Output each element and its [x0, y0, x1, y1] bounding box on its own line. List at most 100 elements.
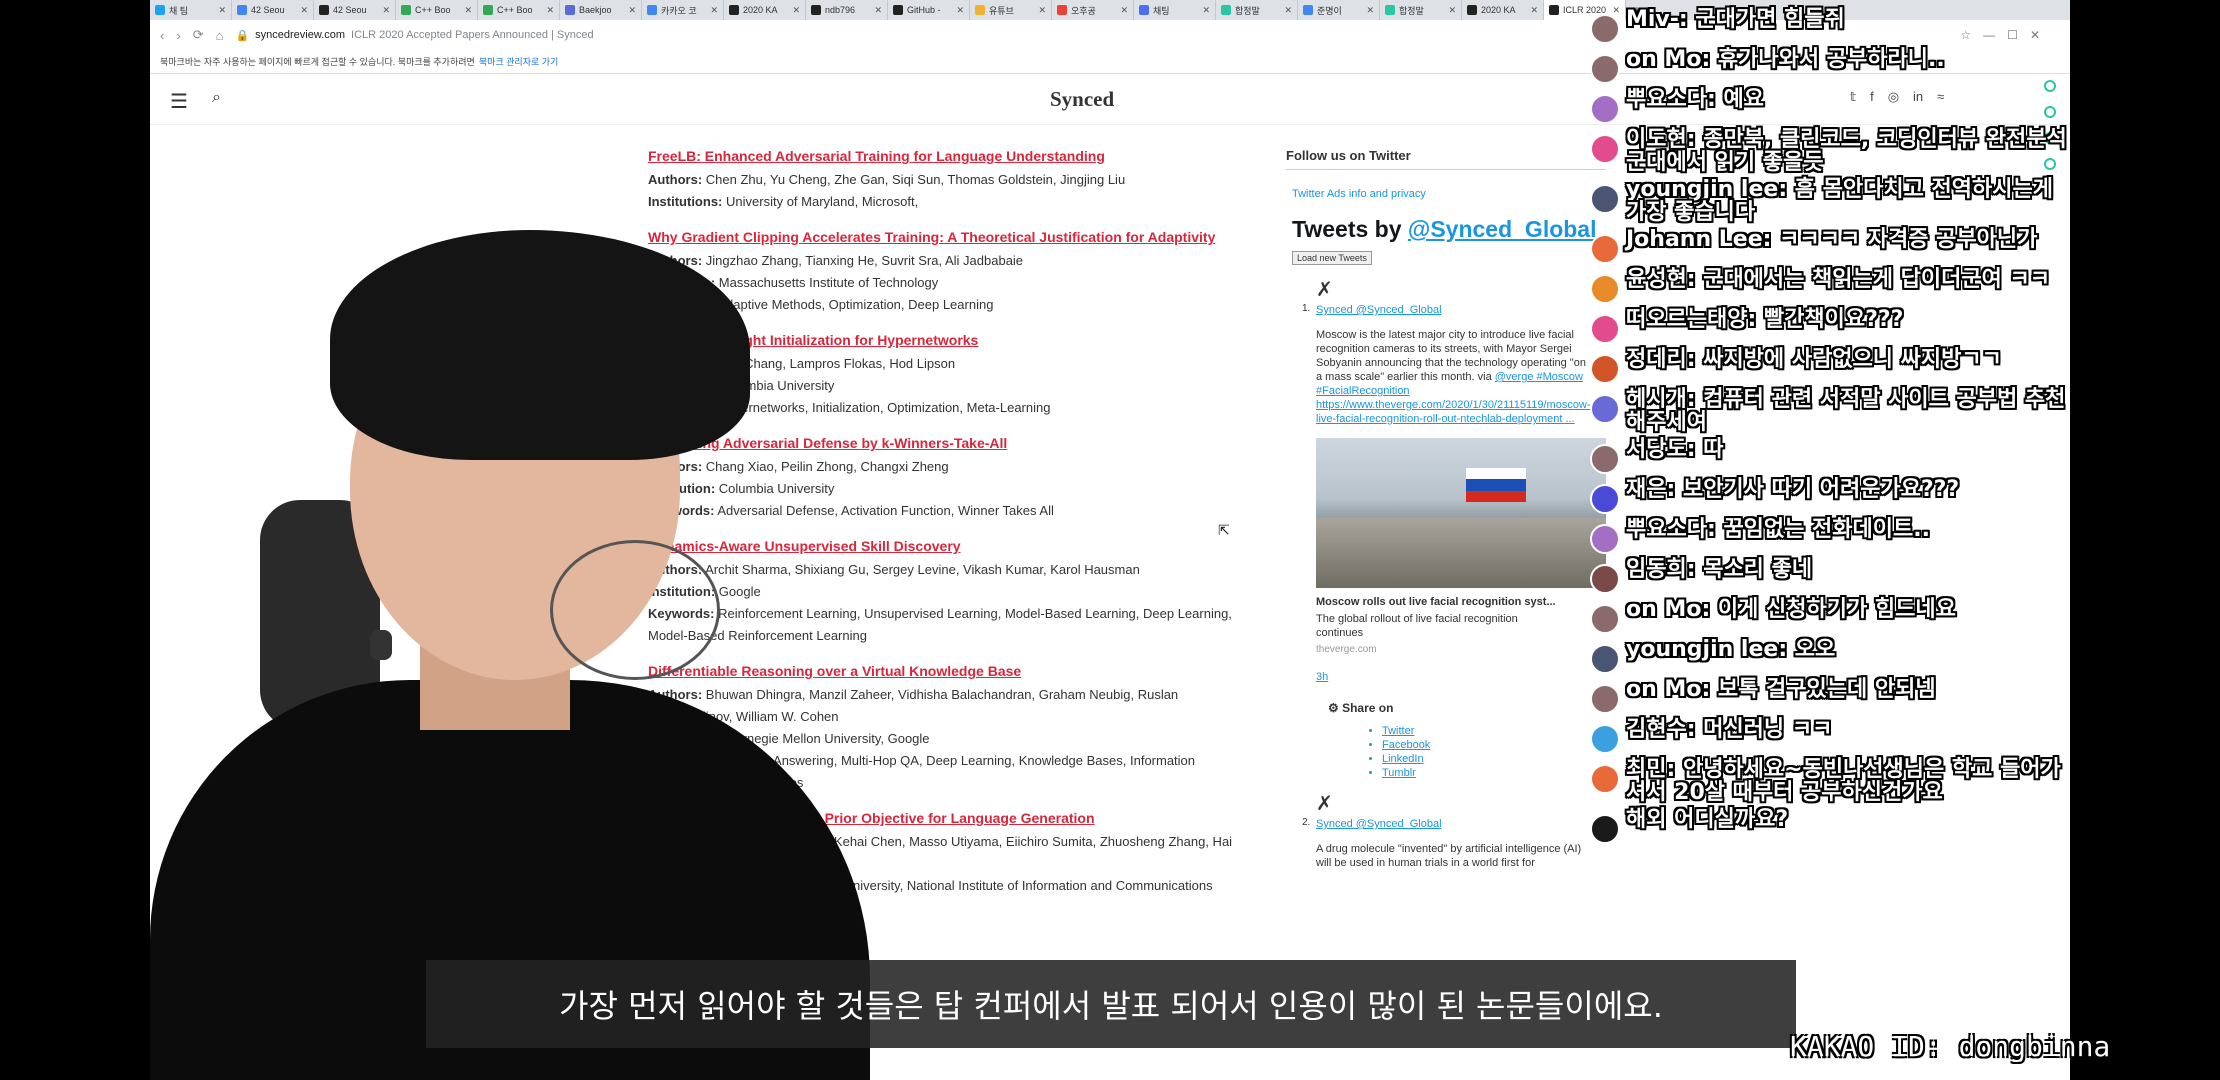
- browser-tab[interactable]: 채 팀 ✕: [150, 0, 232, 20]
- chat-message: 재은: 보안기사 따기 어려운가요???: [1590, 478, 2070, 514]
- chat-avatar: [1590, 764, 1620, 794]
- tab-close-icon[interactable]: ✕: [1120, 5, 1128, 16]
- chat-separator: :: [1686, 267, 1704, 292]
- browser-tab[interactable]: Baekjoo ✕: [560, 0, 642, 20]
- chat-message: 정데리: 싸지방에 사람없으니 싸지방ㄱㄱ: [1590, 348, 2070, 384]
- chat-avatar: [1590, 644, 1620, 674]
- synced-avatar-icon: ✗: [1316, 279, 1333, 301]
- browser-tab[interactable]: 42 Seou ✕: [314, 0, 396, 20]
- search-icon[interactable]: ⌕: [212, 89, 221, 107]
- tab-close-icon[interactable]: ✕: [546, 5, 554, 16]
- chat-avatar: [1590, 134, 1620, 164]
- tweet-text: A drug molecule "invented" by artificial…: [1316, 843, 1582, 869]
- browser-tab[interactable]: 오후공 ✕: [1052, 0, 1134, 20]
- hamburger-menu-icon[interactable]: ☰: [170, 89, 188, 114]
- chat-avatar: [1590, 234, 1620, 264]
- browser-tab[interactable]: 42 Seou ✕: [232, 0, 314, 20]
- tab-close-icon[interactable]: ✕: [218, 5, 226, 16]
- browser-tab[interactable]: 합정말 ✕: [1380, 0, 1462, 20]
- page-title-in-url: ICLR 2020 Accepted Papers Announced | Sy…: [351, 29, 594, 41]
- chat-avatar: [1590, 484, 1620, 514]
- tab-close-icon[interactable]: ✕: [792, 5, 800, 16]
- tab-label: 오후공: [1071, 5, 1096, 16]
- tab-close-icon[interactable]: ✕: [464, 5, 472, 16]
- tab-close-icon[interactable]: ✕: [628, 5, 636, 16]
- chat-message-text: 꿈임없는 전화데이트..: [1723, 517, 1930, 542]
- share-link[interactable]: LinkedIn: [1382, 753, 1606, 765]
- chat-avatar: [1590, 94, 1620, 124]
- chat-nickname: 김현수: [1626, 717, 1687, 742]
- chat-message: 이도현: 종만북, 클린코드, 코딩인터뷰 완전분석 군대에서 읽기 좋을듯: [1590, 128, 2070, 174]
- bookmark-manager-link[interactable]: 북마크 관리자로 가기: [479, 55, 559, 68]
- chat-avatar: [1590, 604, 1620, 634]
- tab-close-icon[interactable]: ✕: [1448, 5, 1456, 16]
- chat-message: on Mo: 보톡 걸구있는데 안되넴: [1590, 678, 2070, 714]
- card-domain: theverge.com: [1316, 644, 1377, 655]
- reload-button[interactable]: ⟳: [193, 27, 204, 43]
- tab-close-icon[interactable]: ✕: [956, 5, 964, 16]
- tweets-by-label: Tweets by: [1292, 216, 1408, 242]
- chat-message-text: 군대가면 힘들쥐: [1695, 7, 1845, 32]
- chat-avatar: [1590, 524, 1620, 554]
- tab-close-icon[interactable]: ✕: [1202, 5, 1210, 16]
- chat-avatar: [1590, 54, 1620, 84]
- chat-message-text: 군대에서는 책읽는게 답이더군여 ㅋㅋ: [1703, 267, 2051, 292]
- tweet-text: Moscow is the latest major city to intro…: [1316, 328, 1591, 426]
- tweet-time-link[interactable]: 3h: [1316, 671, 1606, 683]
- load-new-tweets-button[interactable]: Load new Tweets: [1292, 251, 1372, 265]
- tweet-image[interactable]: [1316, 438, 1606, 588]
- tab-label: 카카오 코: [661, 5, 697, 16]
- chat-nickname: 헤시개: [1626, 387, 1687, 412]
- twitter-ads-link[interactable]: Twitter Ads info and privacy: [1292, 188, 1606, 200]
- browser-tab[interactable]: 2020 KA ✕: [724, 0, 806, 20]
- chat-text: on Mo: 이게 신청하기가 힘드네요: [1626, 598, 1956, 621]
- tab-label: 합정말: [1235, 5, 1260, 16]
- browser-tab[interactable]: 준명이 ✕: [1298, 0, 1380, 20]
- browser-tab[interactable]: 합정말 ✕: [1216, 0, 1298, 20]
- tab-close-icon[interactable]: ✕: [1530, 5, 1538, 16]
- site-logo[interactable]: Synced: [1050, 87, 1114, 112]
- back-button[interactable]: ‹: [160, 28, 164, 43]
- forward-button[interactable]: ›: [176, 28, 180, 43]
- subtitle-caption: 가장 먼저 읽어야 할 것들은 탑 컨퍼에서 발표 되어서 인용이 많이 된 논…: [426, 960, 1796, 1048]
- card-title[interactable]: Moscow rolls out live facial recognition…: [1316, 596, 1606, 608]
- twitter-handle-link[interactable]: @Synced_Global: [1408, 216, 1597, 242]
- browser-tab[interactable]: 2020 KA ✕: [1462, 0, 1544, 20]
- chat-avatar: [1590, 564, 1620, 594]
- tab-close-icon[interactable]: ✕: [1038, 5, 1046, 16]
- chat-text: 해외 어디실까요?: [1626, 808, 1788, 831]
- chat-nickname: 서당도: [1626, 437, 1687, 462]
- browser-tab[interactable]: 채팅 ✕: [1134, 0, 1216, 20]
- chat-separator: :: [1666, 477, 1683, 502]
- chat-separator: :: [1686, 717, 1704, 742]
- browser-tab[interactable]: 카카오 코 ✕: [642, 0, 724, 20]
- address-bar[interactable]: 🔒 syncedreview.com ICLR 2020 Accepted Pa…: [235, 29, 593, 42]
- chat-message-text: 예요: [1723, 87, 1764, 112]
- chat-message-text: 따: [1703, 437, 1724, 462]
- share-link[interactable]: Twitter: [1382, 725, 1606, 737]
- chat-message: 김현수: 머신러닝 ㅋㅋ: [1590, 718, 2070, 754]
- tab-close-icon[interactable]: ✕: [874, 5, 882, 16]
- tab-close-icon[interactable]: ✕: [1284, 5, 1292, 16]
- browser-tab[interactable]: GitHub - ✕: [888, 0, 970, 20]
- browser-tab[interactable]: C++ Boo ✕: [396, 0, 478, 20]
- tweet-author[interactable]: Synced @Synced_Global: [1316, 304, 1606, 316]
- tab-close-icon[interactable]: ✕: [382, 5, 390, 16]
- browser-tab[interactable]: ndb796 ✕: [806, 0, 888, 20]
- home-button[interactable]: ⌂: [216, 28, 224, 43]
- chat-separator: :: [1747, 307, 1764, 332]
- share-link[interactable]: Facebook: [1382, 739, 1606, 751]
- chat-message: 뿌요소다: 예요: [1590, 88, 2070, 124]
- browser-tab[interactable]: C++ Boo ✕: [478, 0, 560, 20]
- tweet-author[interactable]: Synced @Synced_Global: [1316, 818, 1606, 830]
- tab-close-icon[interactable]: ✕: [710, 5, 718, 16]
- chat-avatar: [1590, 394, 1620, 424]
- chat-text: 윤성현: 군대에서는 책읽는게 답이더군여 ㅋㅋ: [1626, 268, 2050, 291]
- chat-nickname: 뿌요소다: [1626, 87, 1707, 112]
- tab-close-icon[interactable]: ✕: [300, 5, 308, 16]
- chat-text: on Mo: 보톡 걸구있는데 안되넴: [1626, 678, 1936, 701]
- browser-tab[interactable]: 유튜브 ✕: [970, 0, 1052, 20]
- share-link[interactable]: Tumblr: [1382, 767, 1606, 779]
- chat-nickname: 윤성현: [1626, 267, 1687, 292]
- tab-close-icon[interactable]: ✕: [1366, 5, 1374, 16]
